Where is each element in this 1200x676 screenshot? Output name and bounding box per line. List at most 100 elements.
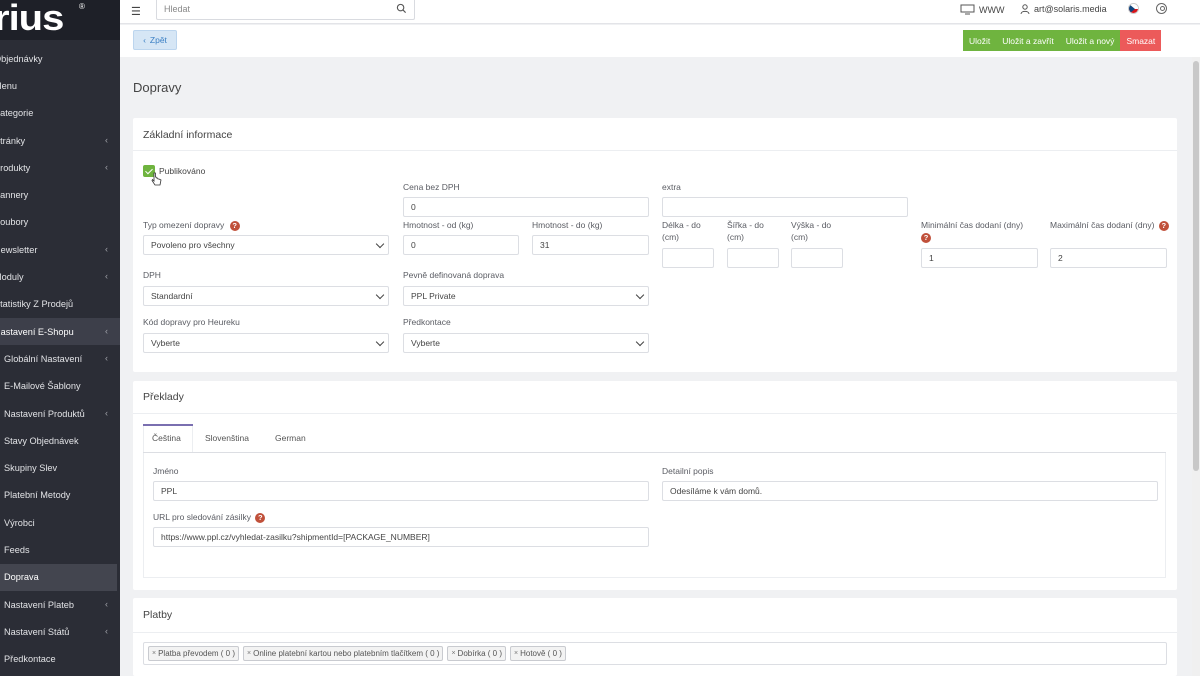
- help-icon[interactable]: ?: [921, 232, 931, 243]
- user-menu[interactable]: art@solaris.media: [1020, 4, 1107, 14]
- tracking-url-label: URL pro sledování zásilky ?: [153, 511, 266, 523]
- sidebar-item-label: Statistiky Z Prodejů: [0, 299, 74, 310]
- heureka-select[interactable]: Vyberte: [143, 333, 389, 353]
- extra-input[interactable]: [662, 197, 908, 217]
- back-button[interactable]: ‹ Zpět: [133, 30, 177, 50]
- weight-to-input[interactable]: 31: [532, 235, 649, 255]
- save-and-new-button[interactable]: Uložit a nový: [1059, 30, 1121, 51]
- max-days-input[interactable]: 2: [1050, 248, 1167, 268]
- remove-chip-icon[interactable]: ×: [247, 650, 251, 657]
- precontation-label: Předkontace: [403, 317, 451, 327]
- logo-registered-mark: ®: [79, 2, 85, 11]
- sidebar-item[interactable]: Feeds: [0, 536, 120, 563]
- active-tab-indicator: [143, 424, 193, 426]
- fixed-transport-select[interactable]: PPL Private: [403, 286, 649, 306]
- www-link[interactable]: WWW: [960, 4, 1004, 15]
- page-scrollbar[interactable]: [1192, 57, 1200, 676]
- sidebar-item[interactable]: Moduly ‹: [0, 263, 120, 290]
- limit-type-select[interactable]: Povoleno pro všechny: [143, 235, 389, 255]
- remove-chip-icon[interactable]: ×: [152, 650, 156, 657]
- weight-to-label: Hmotnost - do (kg): [532, 220, 603, 230]
- sidebar-item[interactable]: Statistiky Z Prodejů: [0, 291, 120, 318]
- weight-from-input[interactable]: 0: [403, 235, 519, 255]
- payment-method-chip[interactable]: × Dobírka ( 0 ): [447, 646, 507, 661]
- search-icon[interactable]: [396, 3, 407, 14]
- topbar: ☰ WWW art@solaris.media: [120, 0, 1200, 24]
- payment-methods-multiselect[interactable]: × Platba převodem ( 0 ) × Online platební k…: [143, 642, 1167, 665]
- save-button[interactable]: Uložit: [963, 30, 997, 51]
- search-input[interactable]: [157, 0, 377, 18]
- tab-slovenstina[interactable]: Slovenština: [205, 433, 249, 443]
- monitor-icon: [960, 4, 975, 15]
- sidebar-item[interactable]: Kategorie: [0, 100, 120, 127]
- vat-select[interactable]: Standardní: [143, 286, 389, 306]
- sidebar-item[interactable]: Skupiny Slev: [0, 454, 120, 481]
- sidebar-item-label: Moduly: [0, 272, 24, 283]
- brand-logo[interactable]: rius ®: [0, 0, 120, 40]
- sidebar-item[interactable]: Výrobci: [0, 509, 120, 536]
- price-input[interactable]: 0: [403, 197, 649, 217]
- sidebar-item[interactable]: Doprava: [0, 563, 117, 591]
- sidebar-item-label: Bannery: [0, 190, 29, 201]
- sidebar-item[interactable]: Newsletter ‹: [0, 236, 120, 263]
- sidebar-item-label: E-Mailové Šablony: [4, 381, 81, 392]
- remove-chip-icon[interactable]: ×: [514, 650, 518, 657]
- sidebar-item[interactable]: Nastavení E-Shopu ‹: [0, 317, 120, 346]
- sidebar-item-label: Nastavení Států: [4, 626, 70, 637]
- sidebar-item[interactable]: Soubory: [0, 209, 120, 236]
- sidebar-item-label: Výrobci: [4, 517, 35, 528]
- sidebar-item[interactable]: Bannery: [0, 181, 120, 208]
- scrollbar-thumb[interactable]: [1193, 61, 1199, 471]
- remove-chip-icon[interactable]: ×: [451, 650, 455, 657]
- tab-german[interactable]: German: [275, 433, 306, 443]
- published-label: Publikováno: [159, 166, 206, 176]
- sidebar-item-label: Globální Nastavení: [4, 353, 83, 364]
- payment-method-chip[interactable]: × Platba převodem ( 0 ): [148, 646, 240, 661]
- payment-method-chip-label: Platba převodem ( 0 ): [158, 649, 236, 658]
- payment-method-chip-label: Hotově ( 0 ): [520, 649, 562, 658]
- payment-method-chip[interactable]: × Online platební kartou nebo platebním t…: [243, 646, 444, 661]
- sidebar-item[interactable]: Stránky ‹: [0, 127, 120, 154]
- sidebar-item[interactable]: Objednávky: [0, 45, 120, 72]
- save-and-close-button[interactable]: Uložit a zavřít: [996, 30, 1060, 51]
- sidebar-item[interactable]: Globální Nastavení ‹: [0, 345, 120, 372]
- language-flag-icon[interactable]: [1128, 3, 1139, 14]
- min-days-input[interactable]: 1: [921, 248, 1038, 268]
- sidebar-item-label: Nastavení Plateb: [4, 599, 74, 610]
- tracking-url-input[interactable]: https://www.ppl.cz/vyhledat-zasilku?ship…: [153, 527, 649, 547]
- sidebar-item[interactable]: Nastavení Států ‹: [0, 618, 120, 645]
- payment-method-chip[interactable]: × Hotově ( 0 ): [510, 646, 566, 661]
- chevron-left-icon: ‹: [105, 353, 108, 364]
- length-input[interactable]: [662, 248, 714, 268]
- sidebar-item[interactable]: Nastavení Produktů ‹: [0, 400, 120, 427]
- logout-icon[interactable]: [1156, 3, 1167, 14]
- precontation-select[interactable]: Vyberte: [403, 333, 649, 353]
- sidebar-item[interactable]: Nastavení Plateb ‹: [0, 591, 120, 618]
- sidebar-item[interactable]: Předkontace: [0, 646, 120, 673]
- sidebar-item[interactable]: Platební Metody: [0, 482, 120, 509]
- user-icon: [1020, 4, 1030, 14]
- width-label: Šířka - do (cm): [727, 220, 764, 242]
- hamburger-menu-icon[interactable]: ☰: [131, 5, 141, 18]
- chevron-left-icon: ‹: [105, 626, 108, 637]
- height-input[interactable]: [791, 248, 843, 268]
- sidebar-item-label: Objednávky: [0, 53, 43, 64]
- width-input[interactable]: [727, 248, 779, 268]
- extra-label: extra: [662, 182, 681, 192]
- tab-cestina[interactable]: Čeština: [152, 433, 181, 443]
- max-days-label-text: Maximální čas dodaní (dny): [1050, 220, 1155, 230]
- sidebar-item-label: Kategorie: [0, 108, 34, 119]
- translation-tab-pane: [143, 453, 1166, 578]
- sidebar-item[interactable]: Menu: [0, 72, 120, 99]
- length-label: Délka - do (cm): [662, 220, 701, 242]
- help-icon[interactable]: ?: [1158, 220, 1169, 231]
- sidebar-item[interactable]: Produkty ‹: [0, 154, 120, 181]
- sidebar-item-label: Soubory: [0, 217, 29, 228]
- sidebar-item[interactable]: Stavy Objednávek: [0, 427, 120, 454]
- help-icon[interactable]: ?: [255, 512, 266, 523]
- delete-button[interactable]: Smazat: [1120, 30, 1162, 51]
- sidebar-item[interactable]: E-Mailové Šablony: [0, 373, 120, 400]
- help-icon[interactable]: ?: [229, 220, 240, 231]
- detail-textarea[interactable]: Odesíláme k vám domů.: [662, 481, 1158, 501]
- name-input[interactable]: PPL: [153, 481, 649, 501]
